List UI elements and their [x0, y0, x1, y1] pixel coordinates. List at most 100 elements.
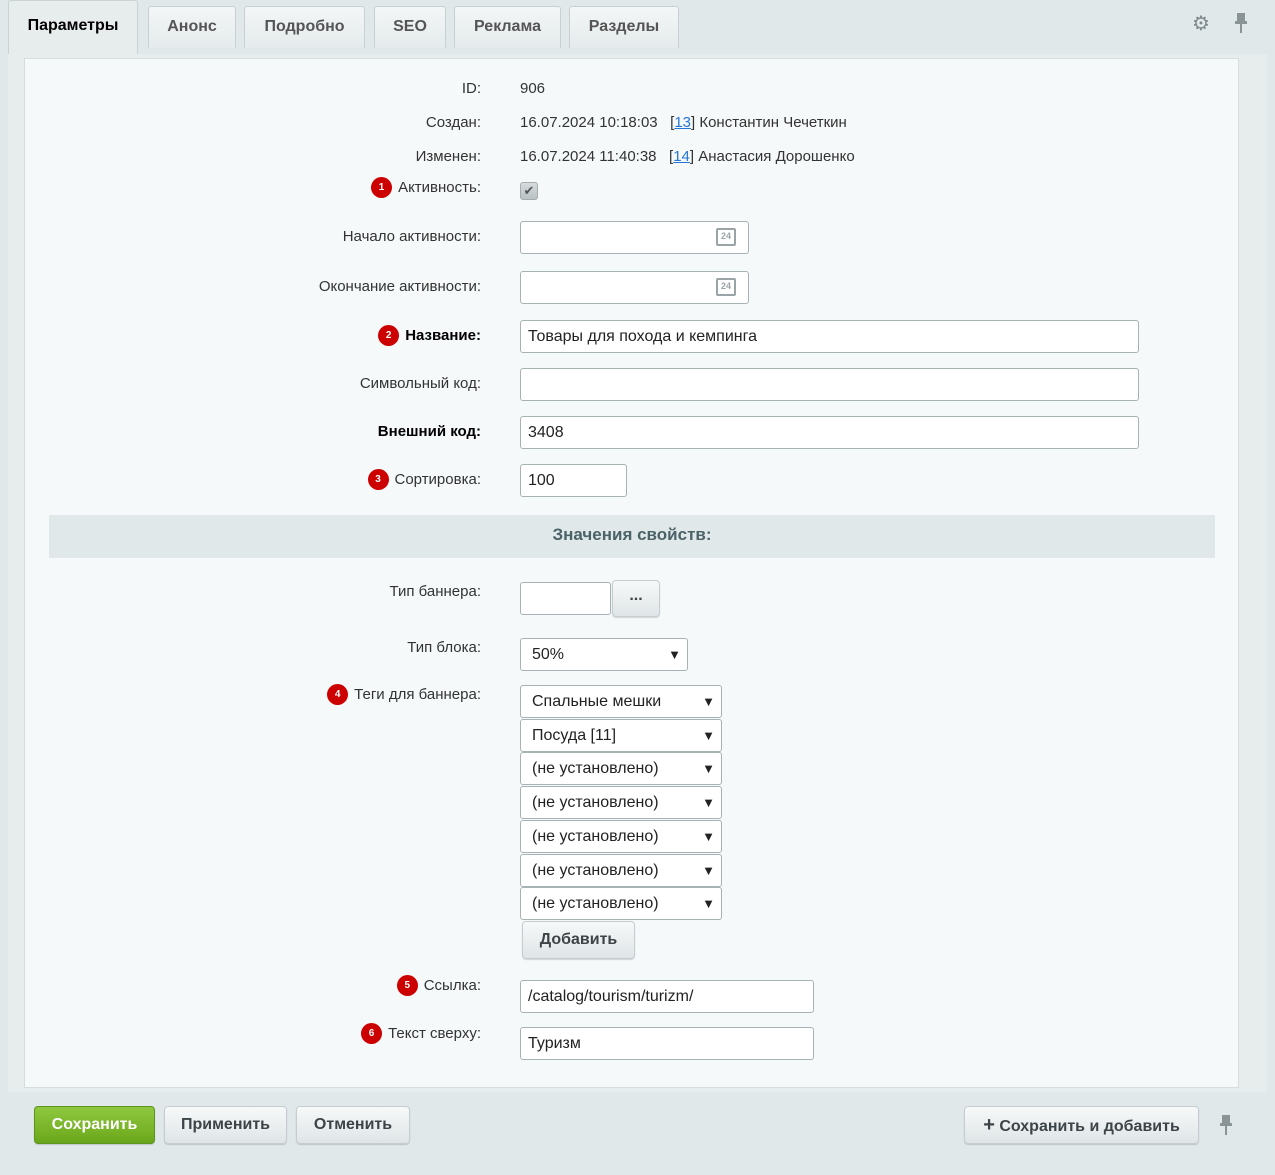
active-from-label: Начало активности:: [342, 228, 481, 245]
chevron-down-icon: ▼: [702, 761, 715, 776]
row-id: ID: 906: [25, 80, 1238, 100]
active-checkbox[interactable]: ✔: [520, 182, 538, 200]
hint-badge-2: 2: [378, 325, 400, 346]
banner-tag-value: (не установлено): [532, 828, 659, 845]
name-label-text: Название:: [405, 327, 481, 344]
top-text-label-text: Текст сверху:: [388, 1025, 481, 1042]
top-text-label: 6 Текст сверху:: [361, 1023, 481, 1044]
created-date: 16.07.2024 10:18:03: [520, 114, 658, 131]
banner-tag-select[interactable]: (не установлено) ▼: [520, 887, 722, 920]
chevron-down-icon: ▼: [702, 829, 715, 844]
chevron-down-icon: ▼: [668, 647, 681, 662]
banner-tag-select[interactable]: (не установлено) ▼: [520, 854, 722, 887]
banner-tag-value: (не установлено): [532, 895, 659, 912]
banner-type-label: Тип баннера:: [389, 583, 481, 600]
form-body: ID: 906 Создан: 16.07.2024 10:18:03 [13]…: [24, 58, 1239, 1088]
tab-parameters[interactable]: Параметры: [8, 0, 138, 56]
link-label-text: Ссылка:: [423, 977, 481, 994]
top-text-input[interactable]: Туризм: [520, 1027, 814, 1060]
banner-tag-value: (не установлено): [532, 794, 659, 811]
block-type-label: Тип блока:: [407, 639, 481, 656]
chevron-down-icon: ▼: [702, 728, 715, 743]
modified-label: Изменен:: [415, 148, 481, 165]
name-input[interactable]: Товары для похода и кемпинга: [520, 320, 1139, 353]
banner-tags-label-text: Теги для баннера:: [354, 686, 481, 703]
apply-button[interactable]: Применить: [164, 1106, 287, 1144]
calendar-icon[interactable]: 24: [716, 278, 736, 296]
banner-tags-label: 4 Теги для баннера:: [327, 684, 481, 705]
banner-tag-select[interactable]: Посуда [11] ▼: [520, 719, 722, 752]
row-block-type: Тип блока: 50% ▼: [25, 635, 1238, 671]
banner-tag-value: Посуда [11]: [532, 727, 617, 744]
tab-sections[interactable]: Разделы: [569, 6, 679, 48]
sort-input[interactable]: 100: [520, 464, 627, 497]
active-label: 1 Активность:: [371, 177, 481, 198]
hint-badge-1: 1: [371, 177, 393, 198]
banner-type-input[interactable]: [520, 582, 611, 615]
block-type-select[interactable]: 50% ▼: [520, 638, 688, 671]
pin-icon[interactable]: [1219, 1114, 1233, 1142]
banner-tag-value: (не установлено): [532, 862, 659, 879]
row-modified: Изменен: 16.07.2024 11:40:38 [14] Анаста…: [25, 148, 1238, 168]
tab-advertising[interactable]: Реклама: [454, 6, 561, 48]
code-input[interactable]: [520, 368, 1139, 401]
code-label: Символьный код:: [359, 375, 481, 392]
active-label-text: Активность:: [398, 179, 481, 196]
hint-badge-4: 4: [327, 684, 349, 705]
save-button[interactable]: Сохранить: [34, 1106, 155, 1144]
banner-tag-value: (не установлено): [532, 760, 659, 777]
link-input[interactable]: /catalog/tourism/turizm/: [520, 980, 814, 1013]
external-code-input[interactable]: 3408: [520, 416, 1139, 449]
modified-user-name: Анастасия Дорошенко: [698, 148, 855, 165]
row-link: 5 Ссылка: /catalog/tourism/turizm/: [25, 975, 1238, 1013]
id-label: ID:: [461, 80, 481, 97]
created-user-name: Константин Чечеткин: [699, 114, 847, 131]
tab-details[interactable]: Подробно: [244, 6, 365, 48]
banner-type-browse-button[interactable]: ...: [612, 580, 660, 617]
save-and-add-button[interactable]: + Сохранить и добавить: [964, 1106, 1199, 1144]
created-label: Создан:: [425, 114, 481, 131]
active-to-label: Окончание активности:: [318, 278, 481, 295]
row-banner-type: Тип баннера: ...: [25, 579, 1238, 619]
hint-badge-3: 3: [367, 469, 389, 490]
name-label: 2 Название:: [378, 325, 481, 346]
sort-label-text: Сортировка:: [394, 471, 482, 488]
active-from-input[interactable]: 24: [520, 221, 749, 254]
row-active: 1 Активность: ✔: [25, 177, 1238, 205]
banner-tag-select[interactable]: (не установлено) ▼: [520, 820, 722, 853]
hint-badge-5: 5: [396, 975, 418, 996]
banner-tag-select[interactable]: (не установлено) ▼: [520, 752, 722, 785]
add-tag-button[interactable]: Добавить: [522, 921, 635, 959]
row-created: Создан: 16.07.2024 10:18:03 [13] Констан…: [25, 114, 1238, 134]
banner-tag-select[interactable]: (не установлено) ▼: [520, 786, 722, 819]
created-value: 16.07.2024 10:18:03 [13] Константин Чече…: [520, 114, 847, 131]
modified-value: 16.07.2024 11:40:38 [14] Анастасия Дорош…: [520, 148, 855, 165]
row-banner-tags: 4 Теги для баннера: Спальные мешки [10] ▼…: [25, 682, 1238, 962]
banner-tag-select[interactable]: Спальные мешки [10] ▼: [520, 685, 722, 741]
cancel-button[interactable]: Отменить: [296, 1106, 410, 1144]
form-panel: ID: 906 Создан: 16.07.2024 10:18:03 [13]…: [8, 54, 1267, 1092]
tab-tools: ⚙: [1189, 12, 1253, 36]
row-active-to: Окончание активности: 24: [25, 271, 1238, 305]
row-code: Символьный код:: [25, 368, 1238, 402]
tab-seo[interactable]: SEO: [374, 6, 446, 48]
active-to-input[interactable]: 24: [520, 271, 749, 304]
link-label: 5 Ссылка:: [396, 975, 481, 996]
gear-icon[interactable]: ⚙: [1189, 12, 1213, 36]
calendar-icon[interactable]: 24: [716, 228, 736, 246]
chevron-down-icon: ▼: [702, 896, 715, 911]
id-value: 906: [520, 80, 546, 97]
row-active-from: Начало активности: 24: [25, 221, 1238, 255]
tab-announce[interactable]: Анонс: [148, 6, 236, 48]
properties-header: Значения свойств:: [49, 515, 1215, 558]
save-and-add-label: Сохранить и добавить: [999, 1118, 1180, 1135]
plus-icon: +: [983, 1114, 995, 1136]
row-sort: 3 Сортировка: 100: [25, 464, 1238, 498]
sort-label: 3 Сортировка:: [367, 469, 482, 490]
created-user-link[interactable]: 13: [674, 114, 691, 131]
chevron-down-icon: ▼: [702, 795, 715, 810]
pin-icon[interactable]: [1229, 12, 1253, 36]
chevron-down-icon: ▼: [702, 863, 715, 878]
hint-badge-6: 6: [361, 1023, 383, 1044]
modified-user-link[interactable]: 14: [673, 148, 690, 165]
